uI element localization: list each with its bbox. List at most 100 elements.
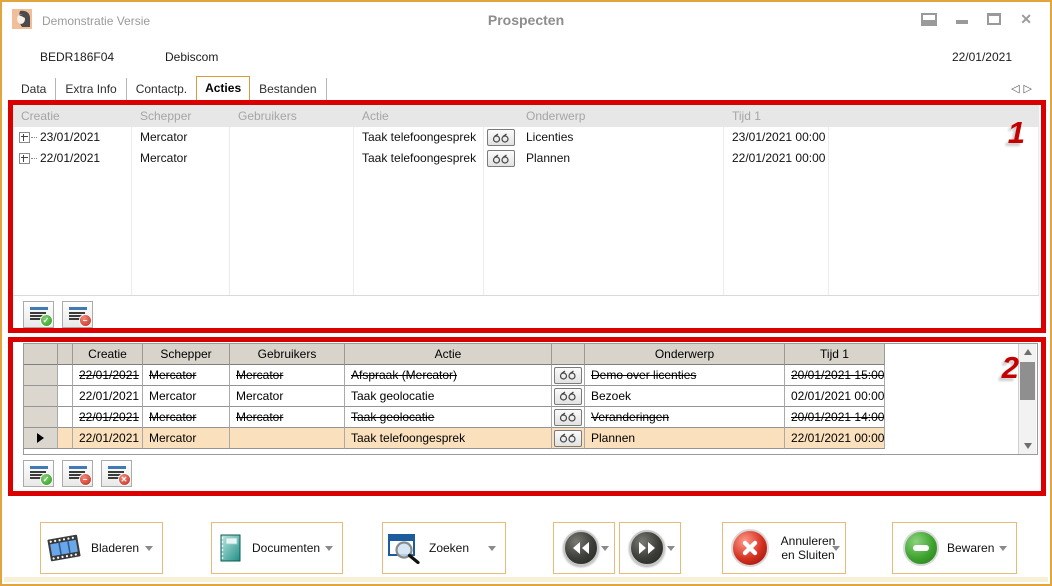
grid2-header-row: Creatie Schepper Gebruikers Actie Onderw… <box>24 344 885 365</box>
current-row-indicator[interactable] <box>24 428 58 449</box>
dropdown-arrow-icon[interactable] <box>488 546 496 551</box>
scroll-up-button[interactable] <box>1019 344 1036 360</box>
grid1-header-creatie[interactable]: Creatie <box>13 105 132 127</box>
save-icon <box>903 530 939 566</box>
tree-line <box>31 158 37 159</box>
documenten-button[interactable]: Documenten <box>211 522 343 574</box>
cell-actie: Taak geolocatie <box>345 407 552 428</box>
grid1-header-tijd1[interactable]: Tijd 1 <box>724 105 829 127</box>
view-details-button[interactable] <box>554 388 582 405</box>
row-indicator[interactable] <box>24 407 58 428</box>
cell-actie: Taak telefoongesprek <box>354 127 484 148</box>
previous-record-button[interactable] <box>553 522 615 574</box>
close-icon[interactable]: ✕ <box>1020 12 1032 26</box>
bewaren-label: Bewaren <box>947 541 994 555</box>
cell-actie: Taak geolocatie <box>345 386 552 407</box>
grid2-header-spacer <box>552 344 585 365</box>
cell-spacer <box>58 407 73 428</box>
tab-scroll-arrows[interactable]: ◁▷ <box>1011 82 1036 95</box>
cell-schepper: Mercator <box>143 365 230 386</box>
table-row-selected[interactable]: 22/01/2021 Mercator Taak telefoongesprek… <box>24 428 885 449</box>
scroll-down-button[interactable] <box>1019 438 1036 454</box>
grid2-header-schepper[interactable]: Schepper <box>143 344 230 365</box>
empty-cell <box>518 169 724 295</box>
grid1-add-button[interactable]: ✓ <box>23 301 54 328</box>
table-row[interactable]: 22/01/2021 Mercator Taak telefoongesprek… <box>13 148 1039 169</box>
rollup-icon[interactable] <box>921 13 937 26</box>
bladeren-button[interactable]: Bladeren <box>40 522 163 574</box>
cell-gebruikers: Mercator <box>230 407 345 428</box>
dropdown-arrow-icon[interactable] <box>145 546 153 551</box>
grid1-header-spacer <box>484 105 518 127</box>
minimize-icon[interactable] <box>956 20 968 24</box>
empty-cell <box>230 169 354 295</box>
grid2-remove-button[interactable]: − <box>62 460 93 487</box>
binoculars-icon <box>559 433 577 443</box>
cell-gebruikers <box>230 127 354 148</box>
annotation-number-2: 2 <box>1002 350 1019 386</box>
cell-schepper: Mercator <box>143 386 230 407</box>
dropdown-arrow-icon[interactable] <box>832 546 840 551</box>
table-row[interactable]: 22/01/2021 Mercator Mercator Taak geoloc… <box>24 407 885 428</box>
row-indicator[interactable] <box>24 386 58 407</box>
tab-extra-info[interactable]: Extra Info <box>56 78 126 101</box>
fast-forward-icon <box>629 530 665 566</box>
grid1-header-gebruikers[interactable]: Gebruikers <box>230 105 354 127</box>
zoeken-label: Zoeken <box>429 541 469 555</box>
grid2-delete-button[interactable]: ✕ <box>101 460 132 487</box>
row-indicator[interactable] <box>24 365 58 386</box>
tab-scroll-left-icon[interactable]: ◁ <box>1011 83 1023 95</box>
grid2-header-gebruikers[interactable]: Gebruikers <box>230 344 345 365</box>
grid1-remove-button[interactable]: − <box>62 301 93 328</box>
view-details-button[interactable] <box>487 150 515 167</box>
view-details-button[interactable] <box>554 409 582 426</box>
scroll-up-icon <box>1024 349 1032 355</box>
grid2-header-creatie[interactable]: Creatie <box>73 344 143 365</box>
grid1-header-schepper[interactable]: Schepper <box>132 105 230 127</box>
cell-tijd1: 22/01/2021 00:00 <box>785 428 885 449</box>
cell-schepper: Mercator <box>143 428 230 449</box>
view-details-button[interactable] <box>487 129 515 146</box>
grid2-select-all-cell[interactable] <box>24 344 58 365</box>
cell-schepper: Mercator <box>132 148 230 169</box>
grid2-header-tijd1[interactable]: Tijd 1 <box>785 344 885 365</box>
grid2-add-button[interactable]: ✓ <box>23 460 54 487</box>
view-details-button[interactable] <box>554 430 582 447</box>
grid2-header-onderwerp[interactable]: Onderwerp <box>585 344 785 365</box>
dropdown-arrow-icon[interactable] <box>999 546 1007 551</box>
bladeren-label: Bladeren <box>91 541 139 555</box>
expand-icon[interactable] <box>19 153 30 164</box>
tab-data[interactable]: Data <box>12 78 56 101</box>
grid1-header-onderwerp[interactable]: Onderwerp <box>518 105 724 127</box>
table-row[interactable]: 22/01/2021 Mercator Mercator Taak geoloc… <box>24 386 885 407</box>
cell-creatie: 22/01/2021 <box>73 365 143 386</box>
annuleren-en-sluiten-button[interactable]: Annuleren en Sluiten <box>722 522 846 574</box>
titlebar: Demonstratie Versie Prospecten ✕ <box>2 2 1050 38</box>
tab-contactp[interactable]: Contactp. <box>127 78 197 101</box>
cell-gebruikers: Mercator <box>230 365 345 386</box>
expand-icon[interactable] <box>19 132 30 143</box>
dropdown-arrow-icon[interactable] <box>601 546 609 551</box>
table-row[interactable]: 22/01/2021 Mercator Mercator Afspraak (M… <box>24 365 885 386</box>
bewaren-button[interactable]: Bewaren <box>892 522 1017 574</box>
vertical-scrollbar[interactable] <box>1018 344 1036 454</box>
table-row[interactable]: 23/01/2021 Mercator Taak telefoongesprek… <box>13 127 1039 148</box>
cell-creatie: 22/01/2021 <box>73 386 143 407</box>
view-details-button[interactable] <box>554 367 582 384</box>
zoeken-button[interactable]: Zoeken <box>382 522 506 574</box>
tab-bestanden[interactable]: Bestanden <box>250 78 326 101</box>
list-remove-icon: − <box>69 466 87 481</box>
grid1-header-actie[interactable]: Actie <box>354 105 484 127</box>
tab-acties[interactable]: Acties <box>196 76 250 101</box>
list-delete-icon: ✕ <box>108 466 126 481</box>
grid2-header-actie[interactable]: Actie <box>345 344 552 365</box>
maximize-icon[interactable] <box>987 13 1001 25</box>
dropdown-arrow-icon[interactable] <box>667 546 675 551</box>
tab-scroll-right-icon[interactable]: ▷ <box>1024 83 1036 95</box>
grid1-toolbar: ✓ − <box>23 301 93 328</box>
scrollbar-thumb[interactable] <box>1020 362 1035 400</box>
binoculars-icon <box>559 370 577 380</box>
cell-creatie: 23/01/2021 <box>40 127 100 148</box>
next-record-button[interactable] <box>619 522 681 574</box>
dropdown-arrow-icon[interactable] <box>325 546 333 551</box>
